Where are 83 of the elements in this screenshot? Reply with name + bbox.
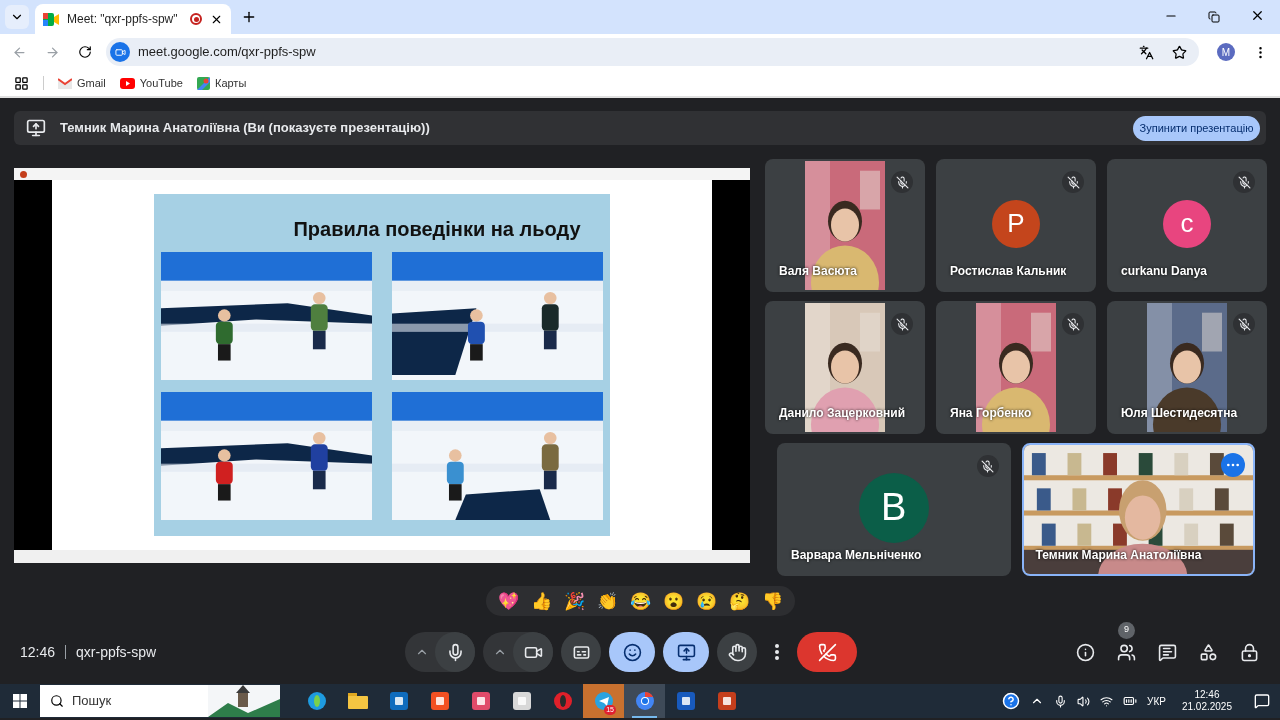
ring-icon [552, 691, 573, 711]
meeting-time: 12:46 [20, 642, 56, 662]
captions-button[interactable] [561, 632, 601, 672]
map-icon [196, 76, 210, 90]
close-icon[interactable] [1250, 8, 1265, 23]
meeting-code: qxr-ppfs-spw [76, 642, 157, 662]
camera-button[interactable] [513, 632, 553, 672]
paper-plane-icon [593, 691, 614, 711]
search-field[interactable]: Пошук [40, 685, 280, 717]
participant-name: Ростислав Кальник [950, 263, 1067, 280]
slide-title: Правила поведінки на льоду [293, 217, 581, 242]
count-badge: 9 [1118, 621, 1135, 639]
hand-icon [727, 642, 747, 662]
emoji-button[interactable]: 😮 [658, 592, 688, 610]
activities-icon [1199, 642, 1218, 662]
avatar: c [1163, 199, 1211, 248]
participant-name: Яна Горбенко [950, 405, 1032, 422]
present-icon [26, 118, 46, 138]
profile-avatar[interactable]: M [1217, 43, 1235, 61]
app-icon [470, 691, 491, 711]
play-icon [119, 77, 135, 89]
folder-icon [347, 693, 368, 709]
volume-icon[interactable] [1077, 694, 1091, 708]
chat-icon [1158, 642, 1177, 662]
emoji-button[interactable]: 😂 [625, 592, 655, 610]
avatar: P [992, 199, 1040, 248]
emoji-button[interactable]: 👏 [592, 592, 622, 610]
more-icon [775, 644, 779, 660]
activities-button[interactable] [1198, 641, 1219, 663]
notifications-icon[interactable] [1254, 693, 1270, 709]
microphone-button[interactable] [435, 632, 475, 672]
apps-icon[interactable] [14, 75, 29, 91]
new-tab-icon[interactable] [241, 9, 257, 25]
translate-icon[interactable] [1139, 44, 1154, 60]
emoji-button[interactable] [609, 632, 655, 672]
microphone-icon[interactable] [1054, 694, 1068, 708]
screen-share-icon [676, 642, 696, 662]
smiley-icon [622, 642, 642, 662]
emoji-button[interactable]: 💖 [493, 592, 523, 610]
clock[interactable]: 12:46 21.02.2025 [1181, 689, 1232, 713]
browser-icon [306, 691, 327, 711]
banner-text: Темник Марина Анатоліївна (Ви (показуєте презентацію)) [60, 119, 431, 138]
windows-start-icon[interactable] [13, 694, 27, 708]
site-icon [110, 42, 130, 62]
language-indicator[interactable]: УКР [1147, 693, 1166, 709]
app-icon [20, 170, 27, 178]
info-button[interactable] [1075, 641, 1096, 663]
bookmark-link[interactable]: Gmail [58, 74, 106, 92]
stop-presenting-button[interactable]: Зупинити презентацію [1133, 115, 1260, 141]
back-icon[interactable] [12, 44, 27, 60]
help-icon[interactable] [1002, 692, 1021, 710]
host-controls-button[interactable] [1239, 641, 1260, 663]
emoji-button[interactable]: 😢 [691, 592, 721, 610]
phone-icon [817, 642, 837, 662]
forward-icon[interactable] [45, 44, 60, 60]
leave-call-button[interactable] [797, 632, 857, 672]
people-icon [1117, 642, 1136, 662]
raise-hand-button[interactable] [717, 632, 757, 672]
bookmark-star-icon[interactable] [1172, 44, 1187, 60]
meet-logo-icon [43, 12, 59, 26]
search-icon [50, 694, 64, 708]
participant-name: curkanu Danya [1121, 263, 1208, 280]
restore-icon[interactable] [1208, 11, 1220, 23]
tab-title: Meet: "qxr-ppfs-spw" [67, 11, 179, 28]
emoji-button[interactable]: 👎 [757, 592, 787, 610]
avatar: B [858, 472, 929, 543]
host-controls-icon [1240, 642, 1259, 662]
browser-tab[interactable]: Meet: "qxr-ppfs-spw" [35, 4, 231, 34]
reload-icon[interactable] [78, 45, 92, 59]
battery-icon[interactable] [1123, 694, 1138, 708]
emoji-button[interactable]: 🤔 [724, 592, 754, 610]
tab-list-button[interactable] [5, 5, 29, 29]
url-text: meet.google.com/qxr-ppfs-spw [138, 43, 317, 62]
present-button[interactable] [663, 632, 709, 672]
info-icon [1076, 642, 1095, 662]
address-bar[interactable]: meet.google.com/qxr-ppfs-spw [106, 38, 1199, 66]
wifi-icon[interactable] [1100, 694, 1114, 708]
bookmark-link[interactable]: Карты [196, 74, 247, 92]
emoji-button[interactable]: 👍 [526, 592, 556, 610]
bookmark-link[interactable]: YouTube [119, 74, 183, 92]
participant-name: Варвара Мельніченко [791, 547, 922, 564]
emoji-button[interactable]: 🎉 [559, 592, 589, 610]
browser-icon [634, 691, 655, 711]
